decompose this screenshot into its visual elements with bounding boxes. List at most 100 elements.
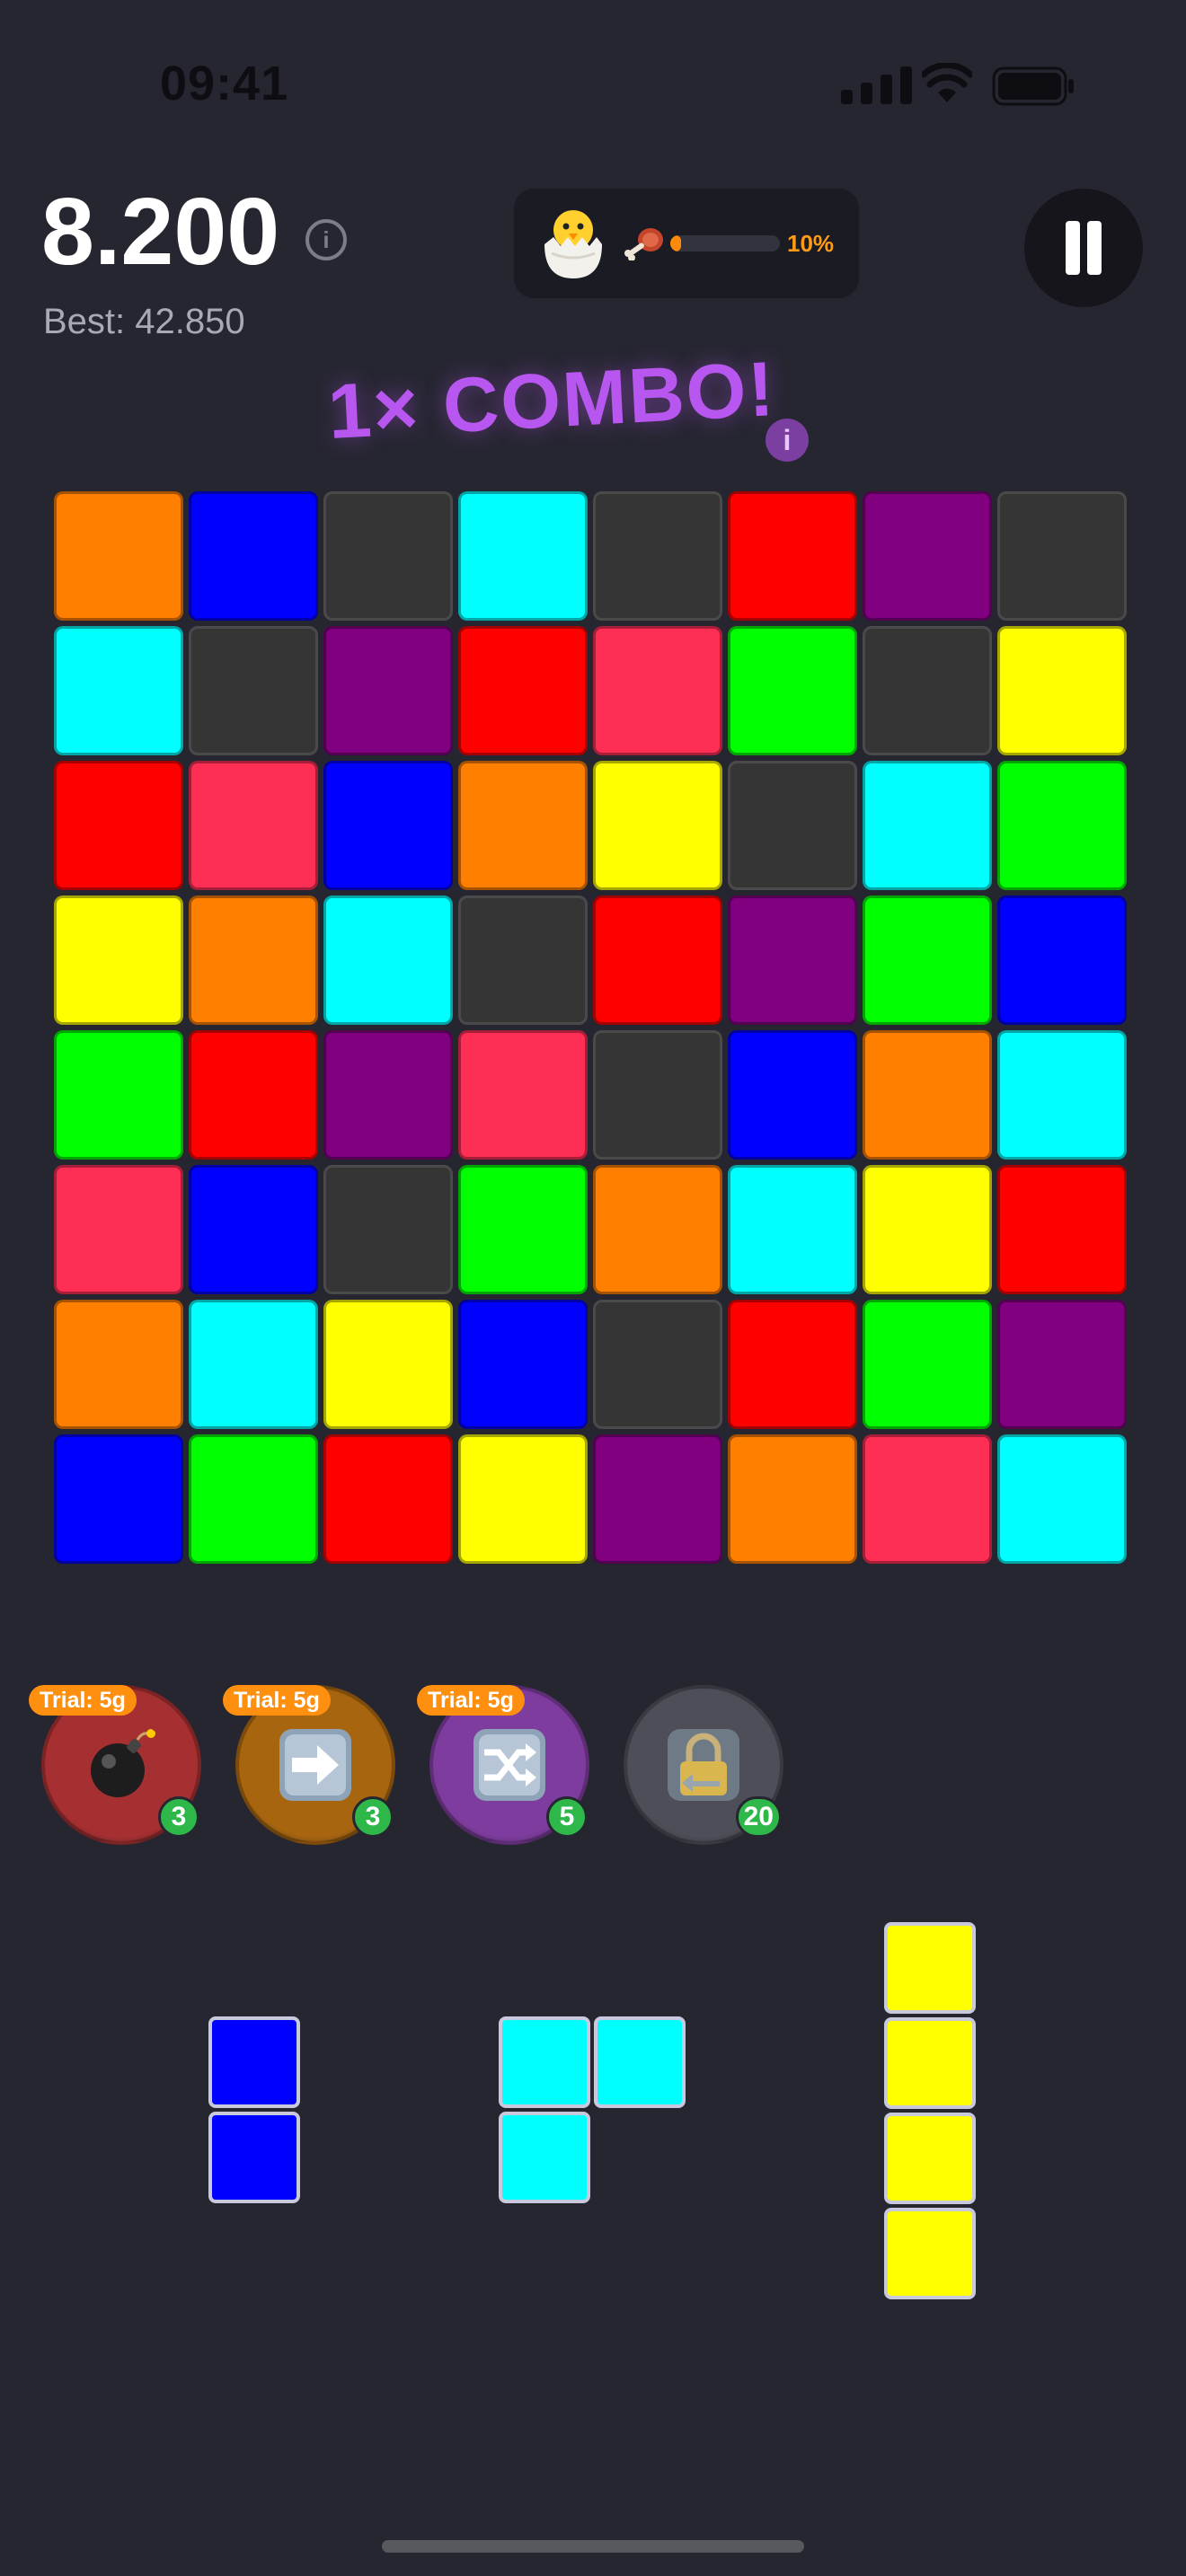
board-cell[interactable] <box>458 491 588 621</box>
board-cell[interactable] <box>323 1300 453 1429</box>
board-cell[interactable] <box>728 1030 857 1160</box>
bomb-powerup-button[interactable]: Trial: 5g 3 <box>29 1685 201 1845</box>
board-cell[interactable] <box>323 626 453 755</box>
board-cell[interactable] <box>728 1434 857 1564</box>
board-cell[interactable] <box>54 626 183 755</box>
board-cell[interactable] <box>593 626 722 755</box>
board-cell[interactable] <box>458 1165 588 1294</box>
board-cell[interactable] <box>728 491 857 621</box>
board-cell[interactable] <box>54 1300 183 1429</box>
board-cell[interactable] <box>593 1434 722 1564</box>
undo-powerup-button[interactable]: 20 <box>624 1685 783 1845</box>
tray-piece-block[interactable] <box>499 2112 590 2203</box>
score-value: 8.200 <box>41 179 280 285</box>
trial-badge: Trial: 5g <box>417 1685 525 1716</box>
locked-undo-icon <box>668 1729 739 1801</box>
count-badge: 5 <box>546 1796 588 1838</box>
tray-piece-block[interactable] <box>499 2016 590 2108</box>
board-cell[interactable] <box>863 491 992 621</box>
board-cell[interactable] <box>458 761 588 890</box>
bomb-icon <box>91 1729 155 1797</box>
board-cell-empty[interactable] <box>997 491 1127 621</box>
board-cell[interactable] <box>863 1165 992 1294</box>
board-cell[interactable] <box>997 1434 1127 1564</box>
tray-piece-block[interactable] <box>594 2016 686 2108</box>
board-cell[interactable] <box>997 1300 1127 1429</box>
board-cell-empty[interactable] <box>593 1030 722 1160</box>
board-cell[interactable] <box>997 1030 1127 1160</box>
board-cell[interactable] <box>593 895 722 1025</box>
board-cell[interactable] <box>458 1300 588 1429</box>
board-cell-empty[interactable] <box>323 491 453 621</box>
board-cell[interactable] <box>997 895 1127 1025</box>
board-cell[interactable] <box>189 1300 318 1429</box>
hatching-chick-icon <box>544 210 602 278</box>
pause-button[interactable] <box>1024 189 1143 307</box>
board-cell[interactable] <box>54 491 183 621</box>
board-cell[interactable] <box>54 1030 183 1160</box>
count-badge: 3 <box>158 1796 199 1838</box>
arrow-right-icon <box>279 1729 351 1801</box>
board-cell[interactable] <box>458 1030 588 1160</box>
board-cell[interactable] <box>863 1030 992 1160</box>
board-cell[interactable] <box>593 761 722 890</box>
board-cell[interactable] <box>863 895 992 1025</box>
board-cell[interactable] <box>458 1434 588 1564</box>
board-cell[interactable] <box>323 1434 453 1564</box>
board-cell[interactable] <box>728 895 857 1025</box>
home-indicator <box>382 2540 804 2553</box>
board-cell[interactable] <box>54 761 183 890</box>
board-cell[interactable] <box>189 1165 318 1294</box>
trial-badge: Trial: 5g <box>29 1685 137 1716</box>
board-cell[interactable] <box>54 1165 183 1294</box>
board-cell[interactable] <box>189 1434 318 1564</box>
tray-piece-block[interactable] <box>884 2208 976 2299</box>
status-time: 09:41 <box>160 57 289 110</box>
board-cell[interactable] <box>323 1030 453 1160</box>
board-cell[interactable] <box>997 626 1127 755</box>
shuffle-powerup-button[interactable]: Trial: 5g 5 <box>417 1685 589 1845</box>
board-cell-empty[interactable] <box>593 491 722 621</box>
tray-piece-block[interactable] <box>884 1922 976 2014</box>
board-cell[interactable] <box>728 626 857 755</box>
board-cell[interactable] <box>593 1165 722 1294</box>
combo-label: 1× COMBO! <box>325 346 778 456</box>
board-cell[interactable] <box>863 1434 992 1564</box>
board-cell[interactable] <box>458 626 588 755</box>
arrow-powerup-button[interactable]: Trial: 5g 3 <box>223 1685 395 1845</box>
board-cell[interactable] <box>189 1030 318 1160</box>
board-cell-empty[interactable] <box>593 1300 722 1429</box>
board-cell[interactable] <box>728 1165 857 1294</box>
board-cell[interactable] <box>189 491 318 621</box>
board-cell-empty[interactable] <box>458 895 588 1025</box>
board-cell[interactable] <box>323 761 453 890</box>
board-cell[interactable] <box>189 895 318 1025</box>
board-cell[interactable] <box>323 895 453 1025</box>
board-cell[interactable] <box>54 895 183 1025</box>
board-cell-empty[interactable] <box>189 626 318 755</box>
meat-icon <box>624 228 663 260</box>
board-cell[interactable] <box>54 1434 183 1564</box>
score-info-icon[interactable]: i <box>305 219 347 260</box>
tray-piece-block[interactable] <box>208 2016 300 2108</box>
pet-progress-bar <box>670 235 780 251</box>
tray-piece-block[interactable] <box>884 2017 976 2109</box>
best-score: Best: 42.850 <box>43 302 245 341</box>
combo-info-icon[interactable]: i <box>766 419 809 462</box>
pet-progress-label: 10% <box>787 230 835 257</box>
board-cell[interactable] <box>997 1165 1127 1294</box>
board-cell[interactable] <box>728 1300 857 1429</box>
battery-icon <box>992 66 1074 106</box>
game-board[interactable] <box>54 491 1132 1569</box>
tray-piece-block[interactable] <box>884 2113 976 2204</box>
board-cell[interactable] <box>189 761 318 890</box>
board-cell-empty[interactable] <box>863 626 992 755</box>
pet-progress-fill <box>670 235 682 251</box>
board-cell-empty[interactable] <box>323 1165 453 1294</box>
board-cell[interactable] <box>863 761 992 890</box>
tray-piece-block[interactable] <box>208 2112 300 2203</box>
board-cell-empty[interactable] <box>728 761 857 890</box>
cellular-signal-icon <box>841 66 912 104</box>
board-cell[interactable] <box>997 761 1127 890</box>
board-cell[interactable] <box>863 1300 992 1429</box>
